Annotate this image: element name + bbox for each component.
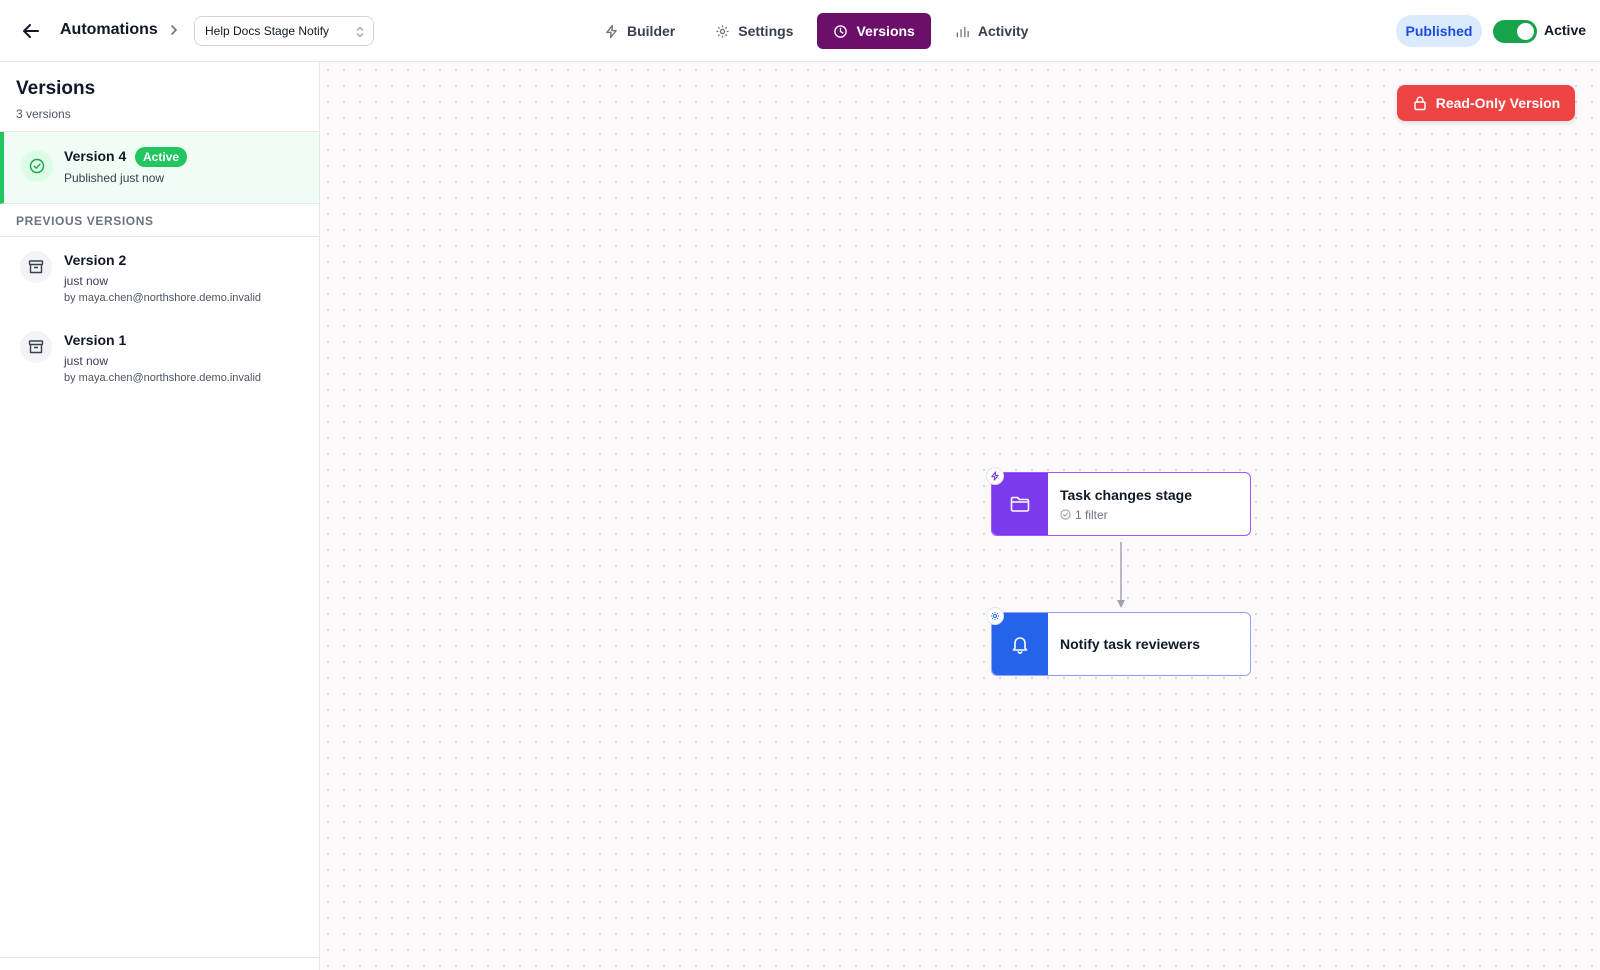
automation-selector[interactable]: Help Docs Stage Notify [194,16,374,46]
status-badge: Published [1396,15,1482,47]
nav-tabs: Builder Settings Versions Activity [588,13,1052,49]
version-name: Version 1 [64,332,127,348]
archive-icon [20,251,52,283]
toggle-knob [1517,23,1534,40]
sidebar-title: Versions [16,78,96,99]
tab-activity[interactable]: Activity [939,13,1045,49]
tab-builder[interactable]: Builder [588,13,691,49]
version-count: 3 versions [16,107,71,121]
tab-settings[interactable]: Settings [699,13,809,49]
bar-chart-icon [956,26,969,37]
tab-versions[interactable]: Versions [817,13,931,49]
trigger-node[interactable]: Task changes stage 1 filter [986,467,1251,536]
toggle-label: Active [1544,22,1587,38]
bolt-icon [606,24,617,38]
gear-icon [716,24,729,38]
back-arrow-icon[interactable] [18,18,44,44]
archive-icon [20,331,52,363]
action-node[interactable]: Notify task reviewers [986,607,1251,676]
version-item-2[interactable]: Version 2 just now by maya.chen@northsho… [0,237,319,317]
breadcrumb-automations[interactable]: Automations [60,21,158,39]
action-gear-icon [986,607,1004,625]
clock-icon [834,24,848,38]
node-body: Task changes stage 1 filter [1048,473,1250,535]
node-filter: 1 filter [1060,508,1250,522]
node-title: Notify task reviewers [1060,636,1201,652]
check-circle-icon [21,150,53,182]
versions-sidebar: Versions 3 versions Version 4 Active Pub… [0,62,320,970]
chevron-right-icon [171,25,178,35]
active-badge: Active [135,147,188,167]
sidebar-header: Versions 3 versions [0,62,319,132]
version-author: by maya.chen@northshore.demo.invalid [64,372,262,384]
trigger-bolt-icon [986,467,1004,485]
workflow-canvas[interactable]: Read-Only Version Task changes stage 1 f… [320,62,1600,970]
node-body: Notify task reviewers [1048,613,1250,675]
version-name: Version 4 [64,148,127,164]
node-title: Task changes stage [1060,486,1193,503]
version-item-1[interactable]: Version 1 just now by maya.chen@northsho… [0,317,319,397]
sidebar-footer-divider [0,957,319,958]
active-toggle[interactable] [1493,20,1537,43]
select-arrows-icon [356,26,364,38]
version-name: Version 2 [64,252,127,268]
top-bar: Automations Help Docs Stage Notify Build… [0,0,1600,62]
version-author: by maya.chen@northshore.demo.invalid [64,292,262,304]
version-subtitle: Published just now [64,171,165,185]
current-version-item[interactable]: Version 4 Active Published just now [0,132,319,204]
previous-versions-header: PREVIOUS VERSIONS [0,204,319,237]
version-time: just now [64,274,109,288]
automation-selector-value: Help Docs Stage Notify [205,24,330,38]
version-time: just now [64,354,109,368]
node-connector-arrow [1117,542,1125,608]
filter-check-icon [1060,509,1071,520]
